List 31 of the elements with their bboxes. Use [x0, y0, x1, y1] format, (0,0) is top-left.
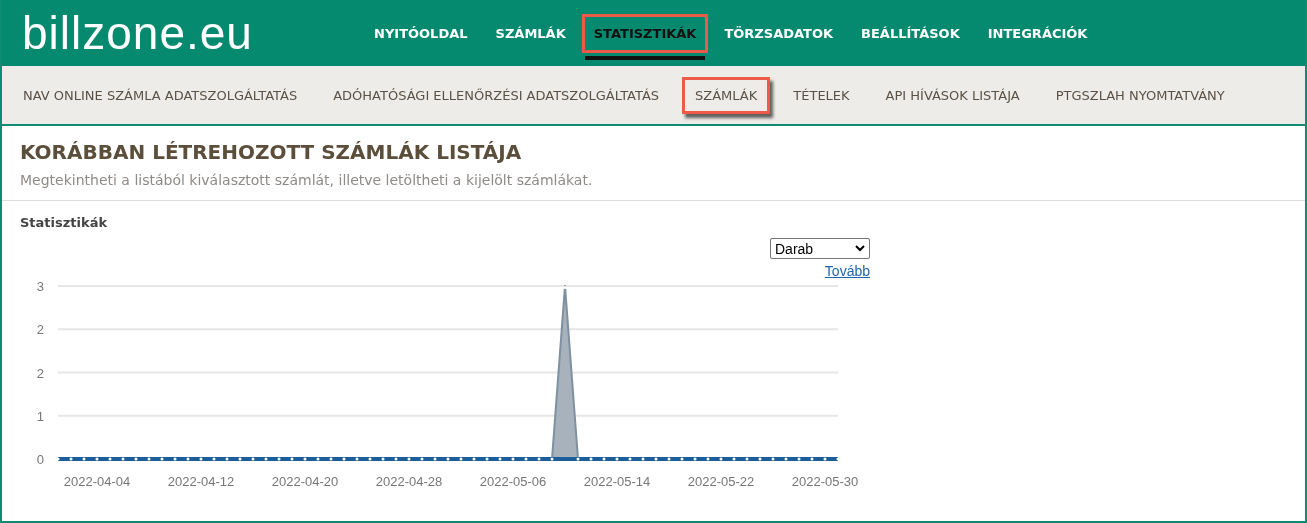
subnav-tab[interactable]: TÉTELEK: [780, 76, 863, 114]
x-axis-label: 2022-05-14: [583, 474, 651, 489]
section-heading: Statisztikák: [20, 215, 109, 230]
y-axis-label: 2: [36, 365, 44, 381]
x-axis-label: 2022-04-20: [271, 474, 339, 489]
subnav-tab[interactable]: API HÍVÁSOK LISTÁJA: [872, 76, 1033, 114]
nav-tab[interactable]: BEÁLLÍTÁSOK: [849, 13, 972, 53]
logo[interactable]: billzone.eu: [22, 10, 362, 56]
subnav-tab[interactable]: SZÁMLÁK: [682, 76, 771, 114]
subnav-tab[interactable]: PTGSZLAH NYOMTATVÁNY: [1042, 76, 1238, 114]
unit-select[interactable]: Darab: [770, 238, 870, 259]
y-axis-label: 0: [36, 452, 44, 467]
x-axis-label: 2022-04-04: [63, 474, 131, 489]
x-axis-label: 2022-05-06: [479, 474, 547, 489]
y-axis-label: 1: [36, 408, 44, 424]
y-axis-label: 3: [36, 279, 44, 294]
x-axis-label: 2022-05-22: [687, 474, 755, 489]
nav-tab[interactable]: TÖRZSADATOK: [712, 13, 846, 53]
y-axis-label: 2: [36, 322, 44, 338]
subnav-tab[interactable]: NAV ONLINE SZÁMLA ADATSZOLGÁLTATÁS: [10, 76, 311, 114]
more-link[interactable]: Tovább: [824, 263, 870, 279]
subnav-tab[interactable]: ADÓHATÓSÁGI ELLENŐRZÉSI ADATSZOLGÁLTATÁS: [320, 76, 673, 114]
page-title: KORÁBBAN LÉTREHOZOTT SZÁMLÁK LISTÁJA: [20, 140, 523, 164]
nav-tab[interactable]: NYITÓOLDAL: [362, 13, 480, 53]
x-axis-label: 2022-05-30: [791, 474, 859, 489]
page-subtitle: Megtekintheti a listából kiválasztott számlát, illetve letöltheti a kijelölt számlákat.: [20, 172, 594, 188]
chevron-down-icon: [855, 245, 865, 252]
nav-tab[interactable]: SZÁMLÁK: [483, 13, 578, 53]
x-axis-label: 2022-04-12: [167, 474, 235, 489]
x-axis-label: 2022-04-28: [375, 474, 443, 489]
nav-tab[interactable]: INTEGRÁCIÓK: [975, 13, 1100, 53]
